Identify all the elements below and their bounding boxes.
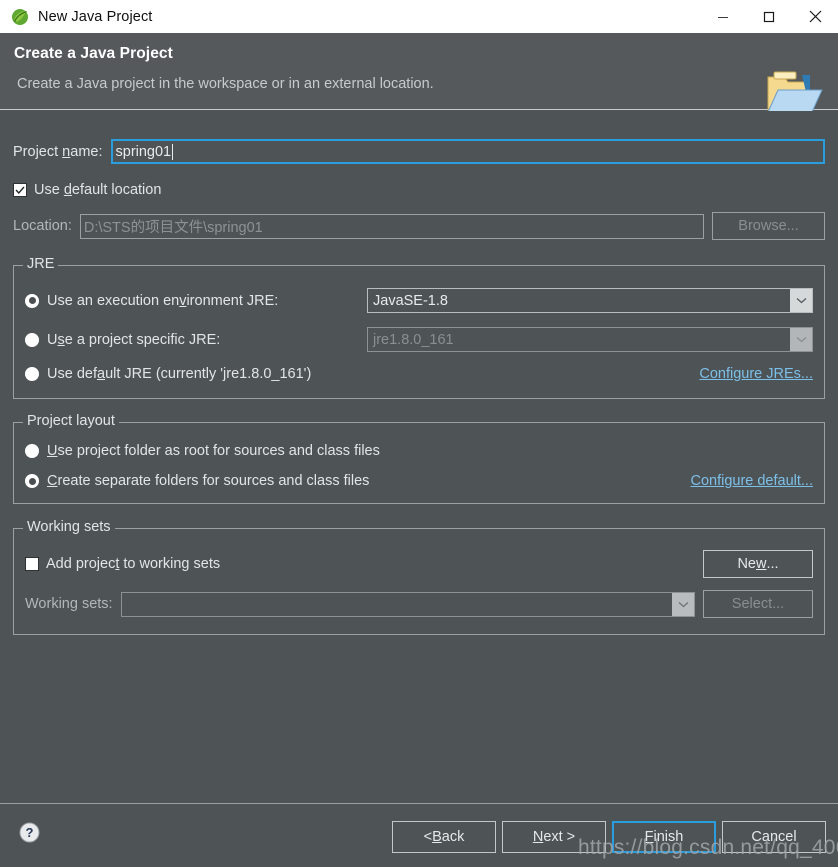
jre-specific-combo: jre1.8.0_161 [367, 327, 813, 352]
working-sets-group-title: Working sets [23, 519, 115, 535]
working-sets-row: Working sets: Select... [25, 590, 813, 618]
browse-button[interactable]: Browse... [712, 212, 825, 240]
jre-specific-label: Use a project specific JRE: [47, 331, 221, 348]
project-layout-group: Project layout Use project folder as roo… [13, 413, 825, 504]
project-name-row: Project name: spring01 [13, 139, 825, 164]
working-sets-label: Working sets: [25, 596, 113, 612]
working-sets-combo[interactable] [120, 591, 695, 617]
jre-group-title: JRE [23, 256, 59, 272]
svg-text:?: ? [26, 825, 34, 840]
title-bar: New Java Project [0, 0, 838, 33]
window-controls [700, 0, 838, 33]
add-project-to-working-sets-checkbox[interactable] [25, 557, 39, 571]
jre-exec-env-radio[interactable] [25, 293, 39, 308]
finish-button[interactable]: Finish [612, 821, 716, 853]
configure-jres-link[interactable]: Configure JREs... [699, 366, 813, 382]
page-title: Create a Java Project [14, 45, 173, 62]
layout-root-label: Use project folder as root for sources a… [47, 443, 380, 459]
location-row: Location: D:\STS的项目文件\spring01 Browse... [13, 212, 825, 240]
footer-buttons: < Back Next > Finish Cancel [392, 821, 826, 853]
add-project-to-working-sets-label: Add project to working sets [46, 556, 221, 572]
location-input: D:\STS的项目文件\spring01 [79, 213, 704, 239]
project-name-label: Project name: [13, 143, 103, 160]
location-value: D:\STS的项目文件\spring01 [83, 219, 263, 236]
help-icon[interactable]: ? [19, 822, 40, 843]
close-button[interactable] [792, 0, 838, 33]
jre-exec-env-label: Use an execution environment JRE: [47, 292, 279, 309]
jre-exec-env-value: JavaSE-1.8 [373, 292, 448, 309]
working-sets-group: Working sets Add project to working sets… [13, 519, 825, 635]
maximize-button[interactable] [746, 0, 792, 33]
jre-specific-radio[interactable] [25, 332, 39, 347]
jre-default-radio[interactable] [25, 367, 39, 381]
jre-default-label: Use default JRE (currently 'jre1.8.0_161… [47, 366, 312, 382]
jre-default-row[interactable]: Use default JRE (currently 'jre1.8.0_161… [25, 366, 813, 382]
select-working-set-button[interactable]: Select... [703, 590, 813, 618]
dialog-footer: ? < Back Next > Finish Cancel [0, 803, 838, 867]
window-title: New Java Project [38, 8, 153, 25]
layout-root-radio[interactable] [25, 444, 39, 458]
text-caret [172, 143, 174, 160]
jre-specific-row[interactable]: Use a project specific JRE: jre1.8.0_161 [25, 327, 813, 352]
chevron-down-icon [790, 328, 812, 351]
chevron-down-icon[interactable] [790, 289, 812, 312]
wizard-header: Create a Java Project Create a Java proj… [0, 33, 838, 113]
layout-separate-radio[interactable] [25, 474, 39, 488]
project-name-value: spring01 [115, 143, 172, 160]
jre-specific-value: jre1.8.0_161 [373, 331, 454, 348]
jre-exec-env-row[interactable]: Use an execution environment JRE: JavaSE… [25, 288, 813, 313]
cancel-button[interactable]: Cancel [722, 821, 826, 853]
layout-separate-label: Create separate folders for sources and … [47, 473, 370, 489]
back-button[interactable]: < Back [392, 821, 496, 853]
configure-default-link[interactable]: Configure default... [690, 473, 813, 489]
spring-leaf-icon [11, 8, 29, 26]
wizard-content: Project name: spring01 Use default locat… [0, 111, 838, 803]
minimize-button[interactable] [700, 0, 746, 33]
next-button[interactable]: Next > [502, 821, 606, 853]
new-working-set-button[interactable]: Ne w... [703, 550, 813, 578]
jre-group: JRE Use an execution environment JRE: Ja… [13, 256, 825, 399]
page-description: Create a Java project in the workspace o… [17, 76, 434, 92]
use-default-location-label: Use default location [34, 182, 162, 198]
use-default-location-checkbox[interactable] [13, 183, 27, 197]
chevron-down-icon[interactable] [672, 592, 694, 616]
project-layout-group-title: Project layout [23, 413, 119, 429]
layout-separate-row[interactable]: Create separate folders for sources and … [25, 473, 813, 489]
location-label: Location: [13, 218, 72, 234]
add-working-sets-row[interactable]: Add project to working sets Ne w... [25, 550, 813, 578]
layout-root-row[interactable]: Use project folder as root for sources a… [25, 443, 813, 459]
jre-exec-env-combo[interactable]: JavaSE-1.8 [367, 288, 813, 313]
use-default-location-row[interactable]: Use default location [13, 182, 825, 198]
project-name-input[interactable]: spring01 [110, 139, 825, 164]
